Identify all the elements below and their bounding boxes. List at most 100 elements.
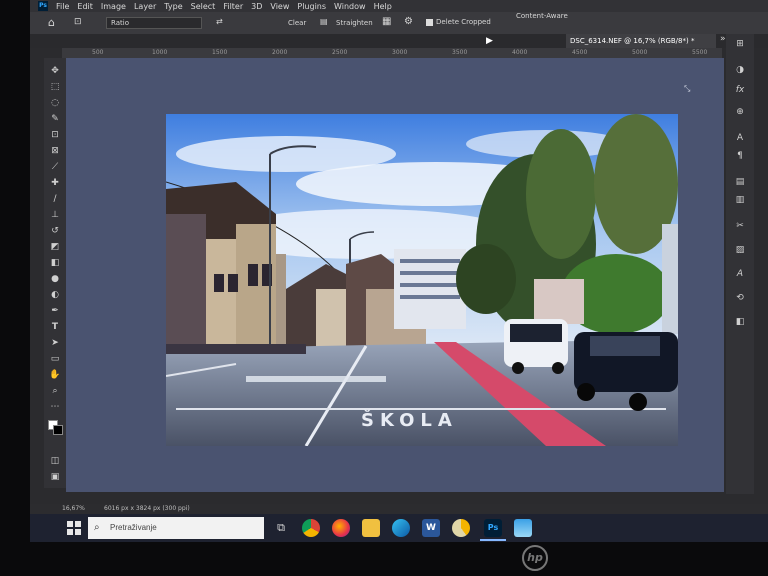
ruler-label: 500 bbox=[92, 49, 104, 56]
color-swatches[interactable] bbox=[48, 420, 64, 436]
blur-tool-icon[interactable]: ● bbox=[48, 272, 62, 286]
screen: Ps File Edit Image Layer Type Select Fil… bbox=[30, 0, 768, 542]
panel-channels-icon[interactable]: ▥ bbox=[732, 192, 748, 208]
home-icon[interactable]: ⌂ bbox=[48, 16, 55, 29]
menu-type[interactable]: Type bbox=[164, 2, 182, 11]
ruler-label: 4000 bbox=[512, 49, 528, 56]
checkbox-icon bbox=[426, 18, 433, 26]
menu-3d[interactable]: 3D bbox=[251, 2, 262, 11]
play-icon[interactable]: ▶ bbox=[486, 36, 493, 46]
menu-select[interactable]: Select bbox=[191, 2, 216, 11]
quick-select-tool-icon[interactable]: ✎ bbox=[48, 112, 62, 126]
canvas-area[interactable]: ⤡ ŠKOLA bbox=[66, 58, 724, 492]
document-tab[interactable]: DSC_6314.NEF @ 16,7% (RGB/8*) * bbox=[566, 34, 716, 48]
history-brush-tool-icon[interactable]: ↺ bbox=[48, 224, 62, 238]
frame-tool-icon[interactable]: ⊠ bbox=[48, 144, 62, 158]
move-tool-icon[interactable]: ✥ bbox=[48, 64, 62, 78]
road-marking-text: ŠKOLA bbox=[361, 409, 458, 431]
grid-overlay-icon[interactable]: ▦ bbox=[382, 16, 391, 27]
panel-color-icon[interactable]: ◑ bbox=[732, 62, 748, 78]
status-bar: 16,67% 6016 px x 3824 px (300 ppi) bbox=[30, 504, 768, 514]
panel-adjustments-icon[interactable]: ⊕ bbox=[732, 104, 748, 120]
dodge-tool-icon[interactable]: ◐ bbox=[48, 288, 62, 302]
ratio-select[interactable]: Ratio bbox=[106, 17, 202, 29]
panel-character-icon[interactable]: A bbox=[732, 130, 748, 146]
straighten-button[interactable]: Straighten bbox=[336, 19, 373, 27]
firefox-icon[interactable] bbox=[332, 519, 350, 537]
gradient-tool-icon[interactable]: ◧ bbox=[48, 256, 62, 270]
menu-plugins[interactable]: Plugins bbox=[297, 2, 326, 11]
taskbar-search-input[interactable]: ⌕ Pretraživanje bbox=[88, 517, 264, 539]
active-app-indicator bbox=[480, 539, 506, 541]
menu-window[interactable]: Window bbox=[334, 2, 366, 11]
gear-icon[interactable]: ⚙ bbox=[404, 16, 413, 27]
lasso-tool-icon[interactable]: ◌ bbox=[48, 96, 62, 110]
photos-icon[interactable] bbox=[514, 519, 532, 537]
menu-edit[interactable]: Edit bbox=[77, 2, 93, 11]
panel-history-icon[interactable]: ⊞ bbox=[732, 36, 748, 52]
windows-start-icon[interactable] bbox=[66, 520, 82, 536]
document-image[interactable]: ŠKOLA bbox=[166, 114, 678, 446]
chrome-icon[interactable] bbox=[302, 519, 320, 537]
ruler-label: 3500 bbox=[452, 49, 468, 56]
ruler-label: 2000 bbox=[272, 49, 288, 56]
horizontal-ruler: 500 1000 1500 2000 2500 3000 3500 4000 4… bbox=[62, 48, 722, 58]
panel-properties-icon[interactable]: ◧ bbox=[732, 314, 748, 330]
menu-file[interactable]: File bbox=[56, 2, 69, 11]
menu-layer[interactable]: Layer bbox=[134, 2, 156, 11]
photoshop-logo-icon[interactable]: Ps bbox=[38, 1, 48, 11]
delete-cropped-checkbox[interactable]: Delete Cropped bbox=[426, 18, 491, 26]
swap-icon[interactable]: ⇄ bbox=[216, 17, 223, 26]
clear-button[interactable]: Clear bbox=[288, 19, 306, 27]
panel-paragraph-icon[interactable]: ¶ bbox=[732, 148, 748, 164]
clone-stamp-tool-icon[interactable]: ⊥ bbox=[48, 208, 62, 222]
more-tools-icon[interactable]: ⋯ bbox=[48, 400, 62, 414]
panel-layers-icon[interactable]: ▤ bbox=[732, 174, 748, 190]
shape-tool-icon[interactable]: ▭ bbox=[48, 352, 62, 366]
ruler-label: 5000 bbox=[632, 49, 648, 56]
type-tool-icon[interactable]: T bbox=[48, 320, 62, 334]
screen-mode-icon[interactable]: ▣ bbox=[48, 470, 62, 484]
brush-tool-icon[interactable]: ∕ bbox=[48, 192, 62, 206]
panel-tools-icon[interactable]: ✂ bbox=[732, 218, 748, 234]
marquee-tool-icon[interactable]: ⬚ bbox=[48, 80, 62, 94]
windows-taskbar: ⌕ Pretraživanje ⧉ W Ps bbox=[30, 514, 768, 542]
crop-corner-icon: ⤡ bbox=[684, 84, 691, 93]
photoshop-taskbar-icon[interactable]: Ps bbox=[484, 519, 502, 537]
path-select-tool-icon[interactable]: ➤ bbox=[48, 336, 62, 350]
crop-tool-icon[interactable]: ⊡ bbox=[48, 128, 62, 142]
ruler-label: 1000 bbox=[152, 49, 168, 56]
word-icon[interactable]: W bbox=[422, 519, 440, 537]
zoom-level[interactable]: 16,67% bbox=[62, 505, 85, 512]
menu-image[interactable]: Image bbox=[101, 2, 126, 11]
hand-tool-icon[interactable]: ✋ bbox=[48, 368, 62, 382]
zoom-tool-icon[interactable]: ⌕ bbox=[48, 384, 62, 398]
straighten-icon[interactable]: ▤ bbox=[320, 17, 328, 26]
eraser-tool-icon[interactable]: ◩ bbox=[48, 240, 62, 254]
menu-filter[interactable]: Filter bbox=[223, 2, 243, 11]
panel-glyphs-icon[interactable]: A bbox=[732, 266, 748, 282]
tools-panel: ✥ ⬚ ◌ ✎ ⊡ ⊠ ⟋ ✚ ∕ ⊥ ↺ ◩ ◧ ● ◐ ✒ T ➤ ▭ ✋ … bbox=[44, 58, 66, 488]
eyedropper-tool-icon[interactable]: ⟋ bbox=[48, 160, 62, 174]
edge-icon[interactable] bbox=[392, 519, 410, 537]
search-icon: ⌕ bbox=[94, 522, 100, 533]
panel-actions-icon[interactable]: ⟲ bbox=[732, 290, 748, 306]
panel-fx-icon[interactable]: fx bbox=[732, 82, 748, 98]
panel-libraries-icon[interactable]: ▨ bbox=[732, 242, 748, 258]
menu-help[interactable]: Help bbox=[374, 2, 392, 11]
healing-brush-tool-icon[interactable]: ✚ bbox=[48, 176, 62, 190]
street-photo: ŠKOLA bbox=[166, 114, 678, 446]
panel-collapse-icon[interactable]: » bbox=[720, 34, 726, 44]
content-aware-label[interactable]: Content-Aware bbox=[516, 12, 568, 20]
delete-cropped-label: Delete Cropped bbox=[436, 18, 491, 26]
crop-tool-icon[interactable]: ⊡ bbox=[74, 17, 82, 27]
chrome-alt-icon[interactable] bbox=[452, 519, 470, 537]
pen-tool-icon[interactable]: ✒ bbox=[48, 304, 62, 318]
menu-view[interactable]: View bbox=[270, 2, 289, 11]
ruler-label: 4500 bbox=[572, 49, 588, 56]
document-dimensions[interactable]: 6016 px x 3824 px (300 ppi) bbox=[104, 505, 190, 512]
quick-mask-icon[interactable]: ◫ bbox=[48, 454, 62, 468]
file-explorer-icon[interactable] bbox=[362, 519, 380, 537]
background-color-swatch[interactable] bbox=[53, 425, 63, 435]
task-view-icon[interactable]: ⧉ bbox=[272, 519, 290, 537]
